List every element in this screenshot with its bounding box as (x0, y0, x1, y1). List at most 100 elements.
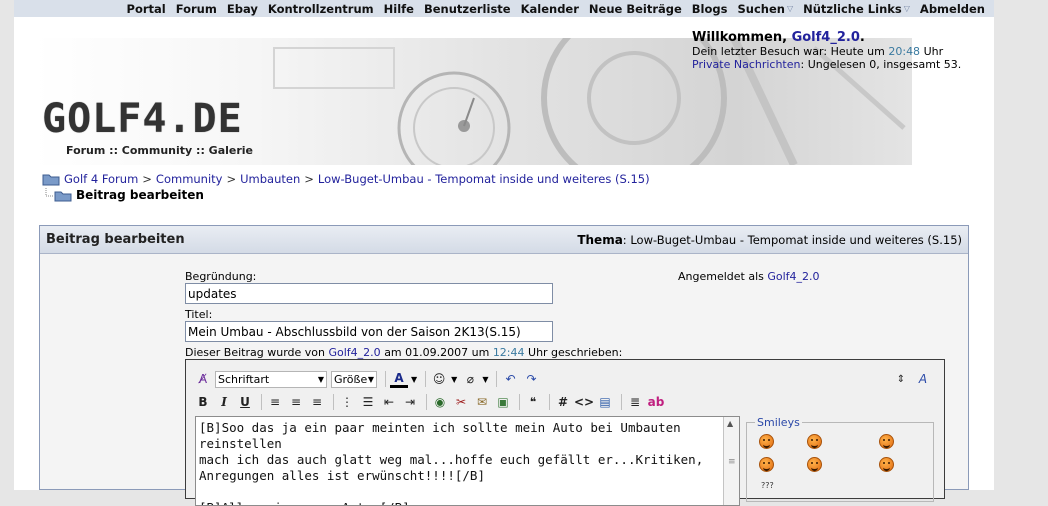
smiley-icon[interactable] (807, 434, 822, 449)
panel-title: Beitrag bearbeiten (46, 232, 185, 247)
insert-link-icon[interactable]: ◉ (431, 393, 449, 411)
code-icon[interactable]: # (554, 393, 572, 411)
last-visit-time: 20:48 (888, 45, 921, 58)
last-visit-prefix: Dein letzter Besuch war: Heute um (692, 45, 885, 58)
undo-icon[interactable]: ↶ (501, 370, 519, 388)
nav-hilfe[interactable]: Hilfe (384, 2, 414, 16)
nav-kalender[interactable]: Kalender (521, 2, 579, 16)
nav-neue-beitraege[interactable]: Neue Beiträge (589, 2, 682, 16)
quote-icon[interactable]: ❝ (524, 393, 542, 411)
font-select[interactable]: Schriftart ▼ (215, 370, 327, 388)
unordered-list-icon[interactable]: ☰ (359, 393, 377, 411)
private-messages-link[interactable]: Private Nachrichten (692, 58, 801, 71)
italic-icon[interactable]: I (215, 393, 233, 411)
welcome-line: Willkommen, Golf4_2.0. (692, 30, 992, 45)
chevron-down-icon: ▼ (317, 374, 324, 384)
remove-link-icon[interactable]: ✂ (452, 393, 470, 411)
written-user-link[interactable]: Golf4_2.0 (329, 346, 381, 359)
nav-kontrollzentrum[interactable]: Kontrollzentrum (268, 2, 374, 16)
title-label: Titel: (185, 308, 213, 321)
logged-in-label: Angemeldet als (678, 270, 764, 283)
indent-icon[interactable]: ⇥ (401, 393, 419, 411)
toolbar-divider (385, 371, 386, 387)
chevron-down-icon[interactable]: ▼ (451, 375, 457, 384)
toolbar-divider (549, 394, 550, 410)
topic-label: Thema (577, 232, 623, 247)
smiley-icon[interactable] (759, 434, 774, 449)
php-icon[interactable]: ▤ (596, 393, 614, 411)
ordered-list-icon[interactable]: ⋮ (338, 393, 356, 411)
breadcrumb-item-forum[interactable]: Golf 4 Forum (64, 172, 138, 186)
breadcrumb-item-community[interactable]: Community (156, 172, 223, 186)
top-navigation: Portal Forum Ebay Kontrollzentrum Hilfe … (14, 0, 994, 17)
breadcrumb-item-thread[interactable]: Low-Buget-Umbau - Tempomat inside und we… (318, 172, 650, 186)
attachment-icon[interactable]: ⌀ (461, 370, 479, 388)
spoiler-icon[interactable]: ≣ (626, 393, 644, 411)
nav-nuetzliche-links[interactable]: Nützliche Links ▽ (803, 2, 910, 16)
written-suffix: Uhr geschrieben: (528, 346, 623, 359)
bold-icon[interactable]: B (194, 393, 212, 411)
redo-icon[interactable]: ↷ (522, 370, 540, 388)
chevron-down-icon[interactable]: ▼ (482, 375, 488, 384)
logged-in-info: Angemeldet als Golf4_2.0 (678, 270, 820, 283)
remove-format-icon[interactable]: A̸ (194, 370, 212, 388)
outdent-icon[interactable]: ⇤ (380, 393, 398, 411)
nav-nuetzliche-links-label: Nützliche Links (803, 1, 902, 16)
toolbar-divider (426, 394, 427, 410)
insert-email-icon[interactable]: ✉ (473, 393, 491, 411)
folder-icon (42, 174, 60, 186)
nav-abmelden[interactable]: Abmelden (920, 2, 985, 16)
nav-forum[interactable]: Forum (176, 2, 217, 16)
smiley-sad-icon[interactable] (879, 457, 894, 472)
welcome-title: Willkommen, (692, 30, 788, 45)
underline-icon[interactable]: U (236, 393, 254, 411)
html-icon[interactable]: <> (574, 393, 594, 411)
nav-blogs[interactable]: Blogs (692, 2, 728, 16)
spellcheck-icon[interactable]: ab (647, 393, 665, 411)
post-editor: A̸ Schriftart ▼ Größe ▼ A ▼ ☺ ▼ ⌀ ▼ ↶ ↷ ⇕ … (185, 359, 945, 506)
text-color-icon[interactable]: A (390, 370, 408, 388)
editor-toolbar-row-1: A̸ Schriftart ▼ Größe ▼ A ▼ ☺ ▼ ⌀ ▼ ↶ ↷ (194, 369, 543, 389)
smiley-confused-label[interactable]: ??? (761, 481, 774, 490)
nav-portal[interactable]: Portal (127, 2, 166, 16)
scroll-up-icon[interactable]: ▲ (727, 419, 733, 428)
site-logo[interactable]: GOLF4.DE (42, 96, 243, 142)
last-visit-suffix: Uhr (923, 45, 944, 58)
edit-post-panel: Beitrag bearbeiten Thema: Low-Buget-Umba… (39, 225, 969, 506)
breadcrumb-item-umbauten[interactable]: Umbauten (240, 172, 300, 186)
insert-image-icon[interactable]: ▣ (494, 393, 512, 411)
welcome-username-link[interactable]: Golf4_2.0 (792, 30, 860, 45)
private-messages-status: : Ungelesen 0, insgesamt 53. (800, 58, 962, 71)
page: Portal Forum Ebay Kontrollzentrum Hilfe … (14, 0, 994, 506)
align-left-icon[interactable]: ≡ (266, 393, 284, 411)
breadcrumb: Golf 4 Forum > Community > Umbauten > Lo… (42, 172, 650, 186)
nav-ebay[interactable]: Ebay (227, 2, 258, 16)
toolbar-divider (621, 394, 622, 410)
switch-mode-icon[interactable]: A (914, 370, 932, 388)
written-time: 12:44 (492, 346, 525, 359)
breadcrumb-separator: > (226, 172, 237, 186)
breadcrumb-separator: > (142, 172, 152, 186)
size-select[interactable]: Größe ▼ (331, 370, 377, 388)
logged-in-user-link[interactable]: Golf4_2.0 (767, 270, 819, 283)
reason-input[interactable] (185, 283, 553, 304)
resize-icon[interactable]: ⇕ (892, 370, 910, 388)
topic-value: : Low-Buget-Umbau - Tempomat inside und … (622, 232, 962, 247)
align-center-icon[interactable]: ≡ (287, 393, 305, 411)
smiley-icon[interactable] (807, 457, 822, 472)
nav-suchen[interactable]: Suchen ▽ (737, 2, 793, 16)
smiley-grin-icon[interactable] (879, 434, 894, 449)
breadcrumb-separator: > (304, 172, 314, 186)
message-textarea[interactable]: [B]Soo das ja ein paar meinten ich sollt… (195, 416, 740, 506)
chevron-down-icon: ▽ (903, 4, 910, 13)
chevron-down-icon: ▽ (786, 4, 794, 13)
smiley-icon[interactable]: ☺ (430, 370, 448, 388)
message-scrollbar[interactable]: ▲ ≡ (723, 417, 739, 505)
smiley-laugh-icon[interactable] (759, 457, 774, 472)
chevron-down-icon[interactable]: ▼ (411, 375, 417, 384)
align-right-icon[interactable]: ≡ (308, 393, 326, 411)
reason-label: Begründung: (185, 270, 257, 283)
nav-benutzerliste[interactable]: Benutzerliste (424, 2, 511, 16)
editor-toolbar-row-2: B I U ≡ ≡ ≡ ⋮ ☰ ⇤ ⇥ ◉ ✂ ✉ ▣ ❝ # <> ▤ ≣ a… (194, 392, 668, 412)
title-input[interactable] (185, 321, 553, 342)
